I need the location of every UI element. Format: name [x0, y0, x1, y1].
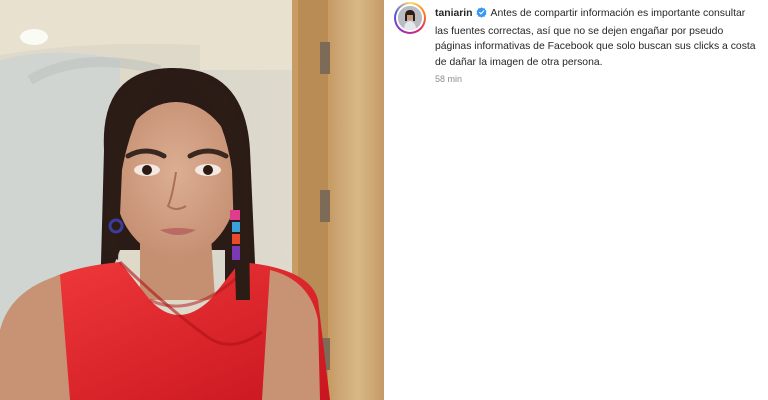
post-caption-panel: taniarin Antes de compartir información e… — [384, 0, 768, 400]
post-media[interactable] — [0, 0, 384, 400]
video-frame — [0, 0, 384, 400]
username-link[interactable]: taniarin — [435, 8, 473, 19]
caption-column: taniarin Antes de compartir información e… — [435, 6, 760, 84]
avatar-image — [398, 6, 422, 30]
verified-badge-icon — [476, 7, 487, 24]
post-timestamp[interactable]: 58 min — [435, 74, 760, 84]
caption-comment: taniarin Antes de compartir información e… — [394, 2, 760, 84]
caption-text-block: taniarin Antes de compartir información e… — [435, 6, 760, 70]
avatar-border — [396, 4, 424, 32]
avatar-photo-icon — [398, 6, 422, 30]
avatar[interactable] — [394, 2, 426, 34]
